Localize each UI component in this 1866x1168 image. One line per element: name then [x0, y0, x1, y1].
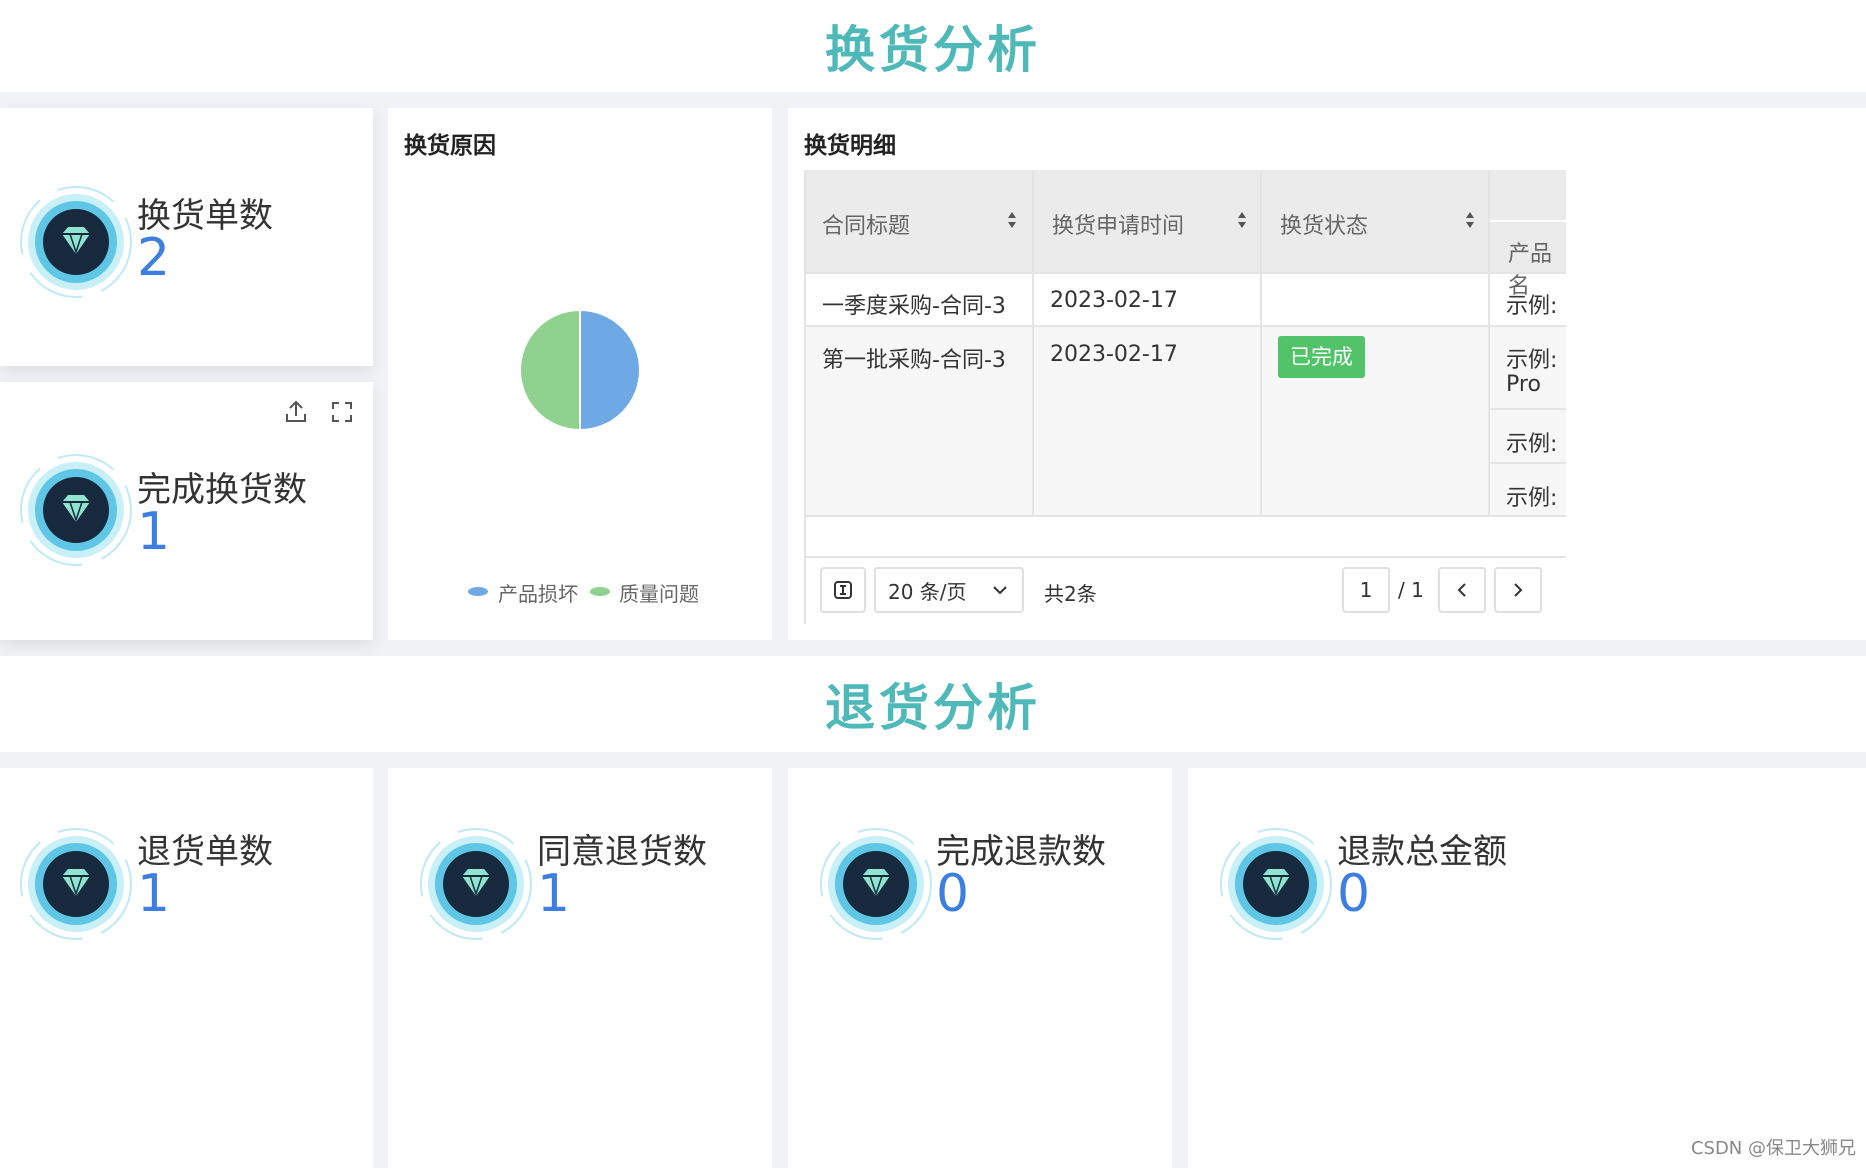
- total-count: 共2条: [1044, 582, 1097, 606]
- diamond-icon: [420, 828, 532, 940]
- exchange-done-value: 1: [137, 502, 171, 562]
- exchange-section-header: 换货分析: [0, 0, 1866, 92]
- pie-slice-2[interactable]: [519, 308, 581, 432]
- row2-product-2: Pro: [1506, 372, 1541, 397]
- fullscreen-icon[interactable]: [328, 398, 356, 426]
- legend-label-damaged[interactable]: 产品损坏: [498, 578, 578, 607]
- chevron-left-icon: [1457, 583, 1466, 597]
- grid-line: [1490, 462, 1566, 464]
- row1-time: 2023-02-17: [1050, 288, 1178, 313]
- returns-refunded-value: 0: [936, 864, 970, 924]
- export-icon[interactable]: [282, 398, 310, 426]
- sort-icon[interactable]: [1464, 210, 1476, 230]
- grid-line: [1488, 170, 1490, 516]
- returns-orders-card: 退货单数 1: [0, 768, 373, 1168]
- diamond-icon: [820, 828, 932, 940]
- grid-line: [804, 556, 1566, 558]
- returns-agreed-card: 同意退货数 1: [388, 768, 772, 1168]
- legend-label-quality[interactable]: 质量问题: [619, 578, 699, 607]
- diamond-icon: [20, 186, 132, 298]
- row1-product: 示例:: [1506, 294, 1558, 319]
- returns-refunded-card: 完成退款数 0: [788, 768, 1172, 1168]
- grid-line: [804, 325, 1566, 327]
- chevron-down-icon: [993, 586, 1007, 595]
- column-header-status[interactable]: 换货状态: [1262, 170, 1488, 272]
- row2-product-3: 示例:: [1506, 432, 1558, 457]
- grid-line: [804, 515, 1566, 517]
- row2-title: 第一批采购-合同-3: [822, 348, 1006, 373]
- diamond-icon: [1220, 828, 1332, 940]
- reason-pie-chart: [519, 308, 641, 432]
- column-header-group: [1490, 170, 1566, 220]
- prev-page-button[interactable]: [1438, 567, 1486, 613]
- chevron-right-icon: [1514, 583, 1523, 597]
- row2-time: 2023-02-17: [1050, 342, 1178, 367]
- diamond-icon: [20, 454, 132, 566]
- legend-marker-quality: [590, 587, 610, 596]
- returns-section-title: 退货分析: [825, 679, 1041, 737]
- sort-icon[interactable]: [1006, 210, 1018, 230]
- returns-section-header: 退货分析: [0, 656, 1866, 752]
- returns-amount-value: 0: [1337, 864, 1371, 924]
- row2-product-4: 示例:: [1506, 486, 1558, 511]
- diamond-icon: [20, 828, 132, 940]
- pie-slice-1[interactable]: [579, 308, 641, 432]
- exchange-orders-card: 换货单数 2: [0, 108, 373, 366]
- exchange-reason-panel: 换货原因 产品损坏 质量问题: [388, 108, 772, 640]
- watermark: CSDN @保卫大狮兄: [1690, 1138, 1856, 1159]
- exchange-detail-panel: 换货明细 合同标题 换货申请时间 换货状态 产品名 一季度采购-合同-3 202…: [788, 108, 1866, 640]
- returns-orders-value: 1: [137, 864, 171, 924]
- next-page-button[interactable]: [1494, 567, 1542, 613]
- exchange-orders-value: 2: [137, 228, 171, 288]
- reason-panel-title: 换货原因: [404, 133, 496, 159]
- grid-line: [804, 272, 1566, 274]
- status-badge: 已完成: [1278, 336, 1365, 378]
- detail-table: 合同标题 换货申请时间 换货状态 产品名 一季度采购-合同-3 2023-02-…: [804, 170, 1566, 624]
- grid-line: [1490, 408, 1566, 410]
- grid-line: [1032, 170, 1034, 516]
- info-icon[interactable]: [820, 567, 866, 613]
- row2-product-1: 示例:: [1506, 348, 1558, 373]
- sort-icon[interactable]: [1236, 210, 1248, 230]
- column-header-product[interactable]: 产品名: [1490, 222, 1566, 299]
- column-header-title[interactable]: 合同标题: [804, 170, 1032, 272]
- returns-amount-card: 退款总金额 0: [1188, 768, 1866, 1168]
- detail-panel-title: 换货明细: [804, 133, 896, 159]
- row1-title: 一季度采购-合同-3: [822, 294, 1006, 319]
- page-number-input[interactable]: 1: [1342, 567, 1390, 613]
- exchange-section-title: 换货分析: [825, 21, 1041, 79]
- total-pages: / 1: [1398, 578, 1424, 602]
- page-size-select[interactable]: 20 条/页: [874, 567, 1024, 613]
- grid-line: [804, 170, 806, 624]
- exchange-done-card: 完成换货数 1: [0, 382, 373, 640]
- grid-line: [1260, 170, 1262, 516]
- legend-marker-damaged: [468, 587, 488, 596]
- column-header-time[interactable]: 换货申请时间: [1034, 170, 1260, 272]
- returns-agreed-value: 1: [537, 864, 571, 924]
